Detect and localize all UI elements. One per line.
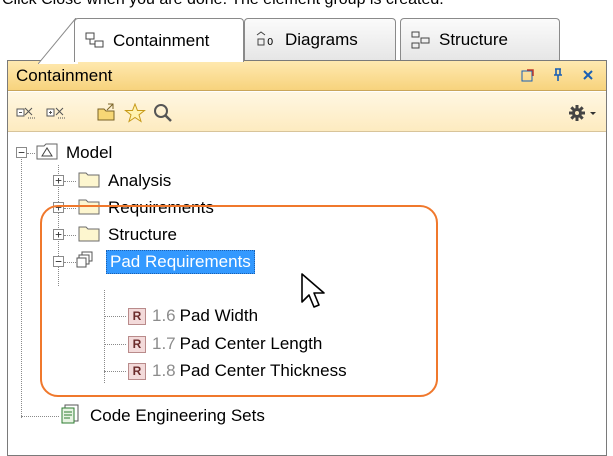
collapse-toggle[interactable]: − — [53, 256, 64, 267]
containment-panel: Containment − Model + Analysis + Require… — [7, 60, 607, 456]
requirement-name: Pad Center Thickness — [179, 361, 347, 380]
tree-connector — [104, 371, 126, 372]
panel-toolbar — [8, 92, 606, 132]
pin-icon[interactable] — [550, 67, 566, 83]
code-engineering-icon — [60, 404, 82, 429]
tree-item-requirement[interactable]: R 1.7 Pad Center Length — [128, 331, 322, 357]
element-group-icon — [76, 251, 94, 274]
tree-connector — [64, 235, 76, 236]
tab-bar: Containment 0 Diagrams Structure — [0, 0, 613, 64]
expand-toggle[interactable]: + — [53, 175, 64, 186]
search-icon[interactable] — [150, 100, 176, 126]
collapse-toggle[interactable]: − — [16, 147, 27, 158]
svg-text:0: 0 — [267, 37, 273, 48]
tree-connector — [64, 181, 76, 182]
tree-item-model[interactable]: Model — [36, 140, 112, 166]
tab-label: Containment — [113, 30, 210, 50]
collapse-all-icon[interactable] — [14, 100, 40, 126]
float-icon[interactable] — [520, 67, 536, 83]
requirement-name: Pad Width — [179, 306, 259, 325]
tree-item-pad-requirements[interactable]: Pad Requirements — [76, 249, 255, 275]
requirement-id: 1.6 — [152, 306, 176, 325]
tree-item-label: Code Engineering Sets — [90, 406, 265, 425]
tab-label: Structure — [439, 29, 508, 49]
diagrams-tab-icon: 0 — [255, 30, 277, 49]
package-icon — [78, 170, 100, 193]
tab-containment[interactable]: Containment — [74, 18, 244, 62]
tree-item-structure[interactable]: Structure — [78, 222, 177, 248]
expand-toggle[interactable]: + — [53, 229, 64, 240]
tab-diagrams[interactable]: 0 Diagrams — [244, 18, 396, 60]
tree-connector — [104, 316, 126, 317]
star-icon[interactable] — [122, 100, 148, 126]
tree-connector — [21, 151, 22, 418]
tree-item-label: Analysis — [108, 171, 172, 190]
tab-label: Diagrams — [285, 29, 358, 49]
requirement-name: Pad Center Length — [179, 334, 323, 353]
tab-slant-decoration — [38, 18, 78, 64]
tree-item-label: Structure — [108, 225, 177, 244]
tree-item-requirements[interactable]: Requirements — [78, 195, 214, 221]
tree-item-requirement[interactable]: R 1.8 Pad Center Thickness — [128, 358, 347, 384]
requirement-icon: R — [128, 307, 146, 325]
expand-toggle[interactable]: + — [53, 202, 64, 213]
containment-tree: − Model + Analysis + Requirements + Stru… — [8, 133, 606, 455]
gear-icon[interactable] — [566, 100, 600, 126]
tree-connector — [104, 290, 105, 383]
requirement-id: 1.7 — [152, 334, 176, 353]
expand-all-icon[interactable] — [44, 100, 70, 126]
package-icon — [78, 197, 100, 220]
tree-item-label: Pad Requirements — [106, 250, 255, 274]
package-icon — [78, 224, 100, 247]
tree-item-label: Model — [66, 143, 113, 162]
requirement-id: 1.8 — [152, 361, 176, 380]
structure-tab-icon — [411, 31, 431, 49]
model-icon — [36, 142, 58, 165]
tree-item-label: Requirements — [108, 198, 214, 217]
requirement-icon: R — [128, 335, 146, 353]
panel-title: Containment — [16, 65, 113, 85]
tree-item-requirement[interactable]: R 1.6 Pad Width — [128, 303, 258, 329]
tree-connector — [104, 344, 126, 345]
containment-tab-icon — [85, 32, 105, 50]
open-folder-icon[interactable] — [94, 100, 120, 126]
tree-item-analysis[interactable]: Analysis — [78, 168, 171, 194]
tree-connector — [27, 153, 35, 154]
tree-connector — [64, 208, 76, 209]
close-icon[interactable] — [580, 67, 596, 83]
requirement-icon: R — [128, 362, 146, 380]
tree-connector — [21, 416, 59, 417]
tab-structure[interactable]: Structure — [400, 18, 560, 60]
tree-item-code-engineering-sets[interactable]: Code Engineering Sets — [60, 403, 265, 429]
panel-header: Containment — [8, 61, 606, 91]
